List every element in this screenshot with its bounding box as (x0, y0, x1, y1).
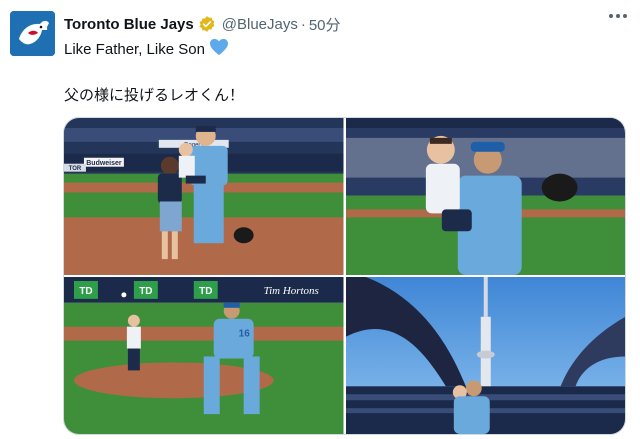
tweet-header: Toronto Blue Jays @BlueJays · 50分 (64, 13, 632, 35)
media-grid: Budweiser Rogers TOR TD TD TD Tim Horton… (63, 117, 626, 435)
billboard-td-1: TD (79, 286, 92, 297)
separator-dot: · (300, 15, 306, 33)
tweet-text-line1: Like Father, Like Son (64, 38, 229, 60)
blue-jays-logo (10, 11, 55, 56)
timestamp[interactable]: 50分 (309, 14, 341, 35)
photo-pitch[interactable]: TD TD TD Tim Hortons 16 (64, 277, 344, 434)
billboard-td-2: TD (139, 286, 152, 297)
jersey-number: 16 (239, 329, 251, 340)
verified-badge-icon (198, 15, 216, 33)
billboard-sponsor: Tim Hortons (264, 285, 319, 297)
blue-heart-icon (209, 38, 229, 60)
tweet-text: Like Father, Like Son (64, 40, 205, 58)
photo-family[interactable]: Budweiser Rogers TOR (64, 118, 344, 275)
more-options-icon[interactable] (604, 6, 632, 26)
display-name[interactable]: Toronto Blue Jays (64, 16, 194, 33)
photo-stadium[interactable] (345, 277, 625, 434)
account-handle[interactable]: @BlueJays (222, 16, 298, 33)
billboard-text-c: TOR (69, 166, 82, 172)
photo-father-son[interactable] (345, 118, 625, 275)
billboard-text-a: Budweiser (86, 160, 122, 167)
tweet-text-line2: 父の様に投げるレオくん！ (64, 87, 245, 104)
billboard-td-3: TD (199, 286, 212, 297)
avatar[interactable] (10, 11, 55, 56)
